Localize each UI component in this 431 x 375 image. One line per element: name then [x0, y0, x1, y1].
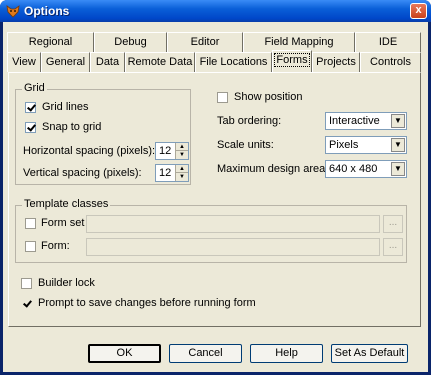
max-design-area-value: 640 x 480	[329, 163, 378, 175]
spin-up-icon[interactable]: ▲	[176, 143, 188, 151]
tab-projects[interactable]: Projects	[312, 52, 360, 72]
horizontal-spacing-value: 12	[159, 145, 172, 157]
tab-label: Regional	[28, 36, 73, 48]
tab-ordering-select[interactable]: Interactive ▼	[325, 112, 407, 130]
show-position-checkbox[interactable]	[217, 92, 228, 103]
tab-label: Projects	[316, 56, 356, 68]
tab-label: Editor	[190, 36, 220, 48]
max-design-area-label: Maximum design area:	[217, 163, 329, 175]
grid-group: Grid Grid lines Snap to grid Horizontal …	[15, 82, 191, 185]
tab-ordering-label: Tab ordering:	[217, 115, 282, 127]
grid-group-title: Grid	[22, 82, 47, 94]
snap-to-grid-label[interactable]: Snap to grid	[42, 121, 101, 133]
tab-editor[interactable]: Editor	[167, 32, 243, 52]
scale-units-select[interactable]: Pixels ▼	[325, 136, 407, 154]
tab-label: Controls	[370, 56, 411, 68]
tab-forms[interactable]: Forms	[272, 50, 312, 72]
cancel-button[interactable]: Cancel	[169, 344, 242, 363]
horizontal-spacing-spinner[interactable]: 12 ▲ ▼	[155, 142, 189, 160]
tab-remote-data[interactable]: Remote Data	[125, 52, 195, 72]
tab-file-locations[interactable]: File Locations	[195, 52, 272, 72]
tab-regional[interactable]: Regional	[7, 32, 94, 52]
tab-label: Debug	[114, 36, 147, 48]
spinner-arrows[interactable]: ▲ ▼	[175, 143, 188, 159]
spin-down-icon[interactable]: ▼	[176, 173, 188, 181]
tab-label: View	[12, 56, 36, 68]
snap-to-grid-checkbox[interactable]	[25, 122, 36, 133]
tab-view[interactable]: View	[7, 52, 41, 72]
ok-button[interactable]: OK	[88, 344, 161, 363]
form-set-field[interactable]	[86, 215, 380, 233]
form-browse-button[interactable]: ...	[383, 238, 403, 256]
title-bar[interactable]: Options x	[0, 0, 431, 22]
help-button[interactable]: Help	[250, 344, 323, 363]
scale-units-label: Scale units:	[217, 139, 274, 151]
tab-controls[interactable]: Controls	[360, 52, 421, 72]
dialog-body: Regional Debug Editor Field Mapping IDE …	[3, 22, 428, 372]
form-label[interactable]: Form:	[41, 240, 70, 252]
tab-label: Data	[95, 56, 120, 68]
max-design-area-select[interactable]: 640 x 480 ▼	[325, 160, 407, 178]
options-window: Options x Regional Debug Editor Field Ma…	[0, 0, 431, 375]
fox-icon	[6, 5, 20, 18]
chevron-down-icon[interactable]: ▼	[391, 114, 405, 128]
window-title: Options	[24, 4, 70, 18]
set-as-default-button[interactable]: Set As Default	[331, 344, 408, 363]
grid-lines-checkbox[interactable]	[25, 102, 36, 113]
spinner-arrows[interactable]: ▲ ▼	[175, 165, 188, 181]
chevron-down-icon[interactable]: ▼	[391, 162, 405, 176]
form-set-label[interactable]: Form set	[41, 217, 84, 229]
form-set-checkbox[interactable]	[25, 218, 36, 229]
vertical-spacing-value: 12	[159, 167, 172, 179]
vertical-spacing-spinner[interactable]: 12 ▲ ▼	[155, 164, 189, 182]
form-field[interactable]	[86, 238, 380, 256]
tab-label: Forms	[274, 53, 310, 67]
tab-ordering-value: Interactive	[329, 115, 380, 127]
vertical-spacing-label: Vertical spacing (pixels):	[23, 167, 142, 179]
tab-ide[interactable]: IDE	[355, 32, 421, 52]
tab-field-mapping[interactable]: Field Mapping	[243, 32, 355, 52]
form-set-browse-button[interactable]: ...	[383, 215, 403, 233]
spin-up-icon[interactable]: ▲	[176, 165, 188, 173]
template-classes-title: Template classes	[22, 198, 111, 210]
chevron-down-icon[interactable]: ▼	[391, 138, 405, 152]
tab-label: Remote Data	[127, 56, 193, 68]
show-position-label[interactable]: Show position	[234, 91, 303, 103]
form-checkbox[interactable]	[25, 241, 36, 252]
spin-down-icon[interactable]: ▼	[176, 151, 188, 159]
tab-general[interactable]: General	[41, 52, 90, 72]
prompt-save-label[interactable]: Prompt to save changes before running fo…	[38, 297, 256, 309]
tab-label: File Locations	[199, 56, 268, 68]
tab-label: Field Mapping	[264, 36, 334, 48]
tab-label: General	[45, 56, 86, 68]
horizontal-spacing-label: Horizontal spacing (pixels):	[23, 145, 156, 157]
close-icon[interactable]: x	[410, 3, 427, 19]
tab-data[interactable]: Data	[90, 52, 125, 72]
tab-label: IDE	[378, 36, 398, 48]
builder-lock-label[interactable]: Builder lock	[38, 277, 95, 289]
forms-panel: Grid Grid lines Snap to grid Horizontal …	[8, 72, 421, 327]
grid-lines-label[interactable]: Grid lines	[42, 101, 88, 113]
tab-debug[interactable]: Debug	[94, 32, 167, 52]
template-classes-group: Template classes Form set ... Form: ...	[15, 198, 407, 263]
prompt-save-checkbox[interactable]	[21, 298, 32, 309]
builder-lock-checkbox[interactable]	[21, 278, 32, 289]
scale-units-value: Pixels	[329, 139, 359, 151]
